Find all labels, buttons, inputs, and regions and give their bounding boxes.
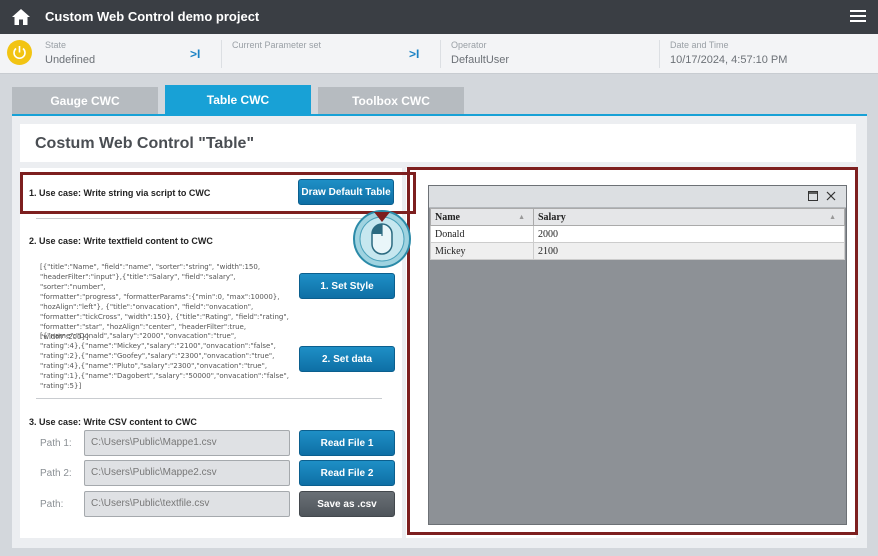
table-highlight-frame xyxy=(407,167,858,535)
state-arrow-button[interactable]: >I xyxy=(190,47,200,61)
divider xyxy=(659,40,660,68)
operator-status: Operator DefaultUser xyxy=(451,40,509,66)
datetime-status: Date and Time 10/17/2024, 4:57:10 PM xyxy=(670,40,787,66)
tab-table-cwc[interactable]: Table CWC xyxy=(165,85,311,114)
style-json-text: [{"title":"Name", "field":"name", "sorte… xyxy=(40,263,289,341)
state-status: State Undefined xyxy=(45,40,95,66)
read-file-1-button[interactable]: Read File 1 xyxy=(299,430,395,456)
datetime-label: Date and Time xyxy=(670,40,729,50)
tab-toolbox-cwc[interactable]: Toolbox CWC xyxy=(318,87,464,115)
status-bar: State Undefined >I Current Parameter set… xyxy=(0,34,878,74)
divider xyxy=(221,40,222,68)
set-style-button[interactable]: 1. Set Style xyxy=(299,273,395,299)
tab-gauge-cwc[interactable]: Gauge CWC xyxy=(12,87,158,115)
parameter-arrow-button[interactable]: >I xyxy=(409,47,419,61)
read-file-2-button[interactable]: Read File 2 xyxy=(299,460,395,486)
path-label: Path: xyxy=(40,499,64,510)
divider xyxy=(36,218,382,219)
title-bar: Custom Web Control demo project xyxy=(0,0,878,34)
usecase2-label: 2. Use case: Write textfield content to … xyxy=(29,236,213,246)
power-icon[interactable] xyxy=(7,40,32,65)
usecase3-label: 3. Use case: Write CSV content to CWC xyxy=(29,417,197,427)
save-as-csv-button[interactable]: Save as .csv xyxy=(299,491,395,517)
datetime-value: 10/17/2024, 4:57:10 PM xyxy=(670,54,788,66)
path1-input[interactable]: C:\Users\Public\Mappe1.csv xyxy=(84,430,290,456)
set-data-button[interactable]: 2. Set data xyxy=(299,346,395,372)
operator-value: DefaultUser xyxy=(451,54,510,66)
menu-icon[interactable] xyxy=(850,10,866,24)
operator-label: Operator xyxy=(451,40,487,50)
state-value: Undefined xyxy=(45,54,96,66)
path1-label: Path 1: xyxy=(40,438,72,449)
save-path-input[interactable]: C:\Users\Public\textfile.csv xyxy=(84,491,290,517)
parameter-status: Current Parameter set xyxy=(232,40,321,54)
page-title: Costum Web Control "Table" xyxy=(35,135,255,152)
app-title: Custom Web Control demo project xyxy=(45,9,260,24)
mouse-click-icon xyxy=(353,210,411,268)
path2-label: Path 2: xyxy=(40,468,72,479)
page-header: Costum Web Control "Table" xyxy=(20,124,856,162)
state-label: State xyxy=(45,40,67,50)
divider xyxy=(440,40,441,68)
path2-input[interactable]: C:\Users\Public\Mappe2.csv xyxy=(84,460,290,486)
divider xyxy=(36,398,382,399)
data-json-text: [{"name":"Donald","salary":"2000","onvac… xyxy=(40,332,289,390)
home-icon[interactable] xyxy=(11,7,31,27)
parameter-label: Current Parameter set xyxy=(232,40,322,50)
